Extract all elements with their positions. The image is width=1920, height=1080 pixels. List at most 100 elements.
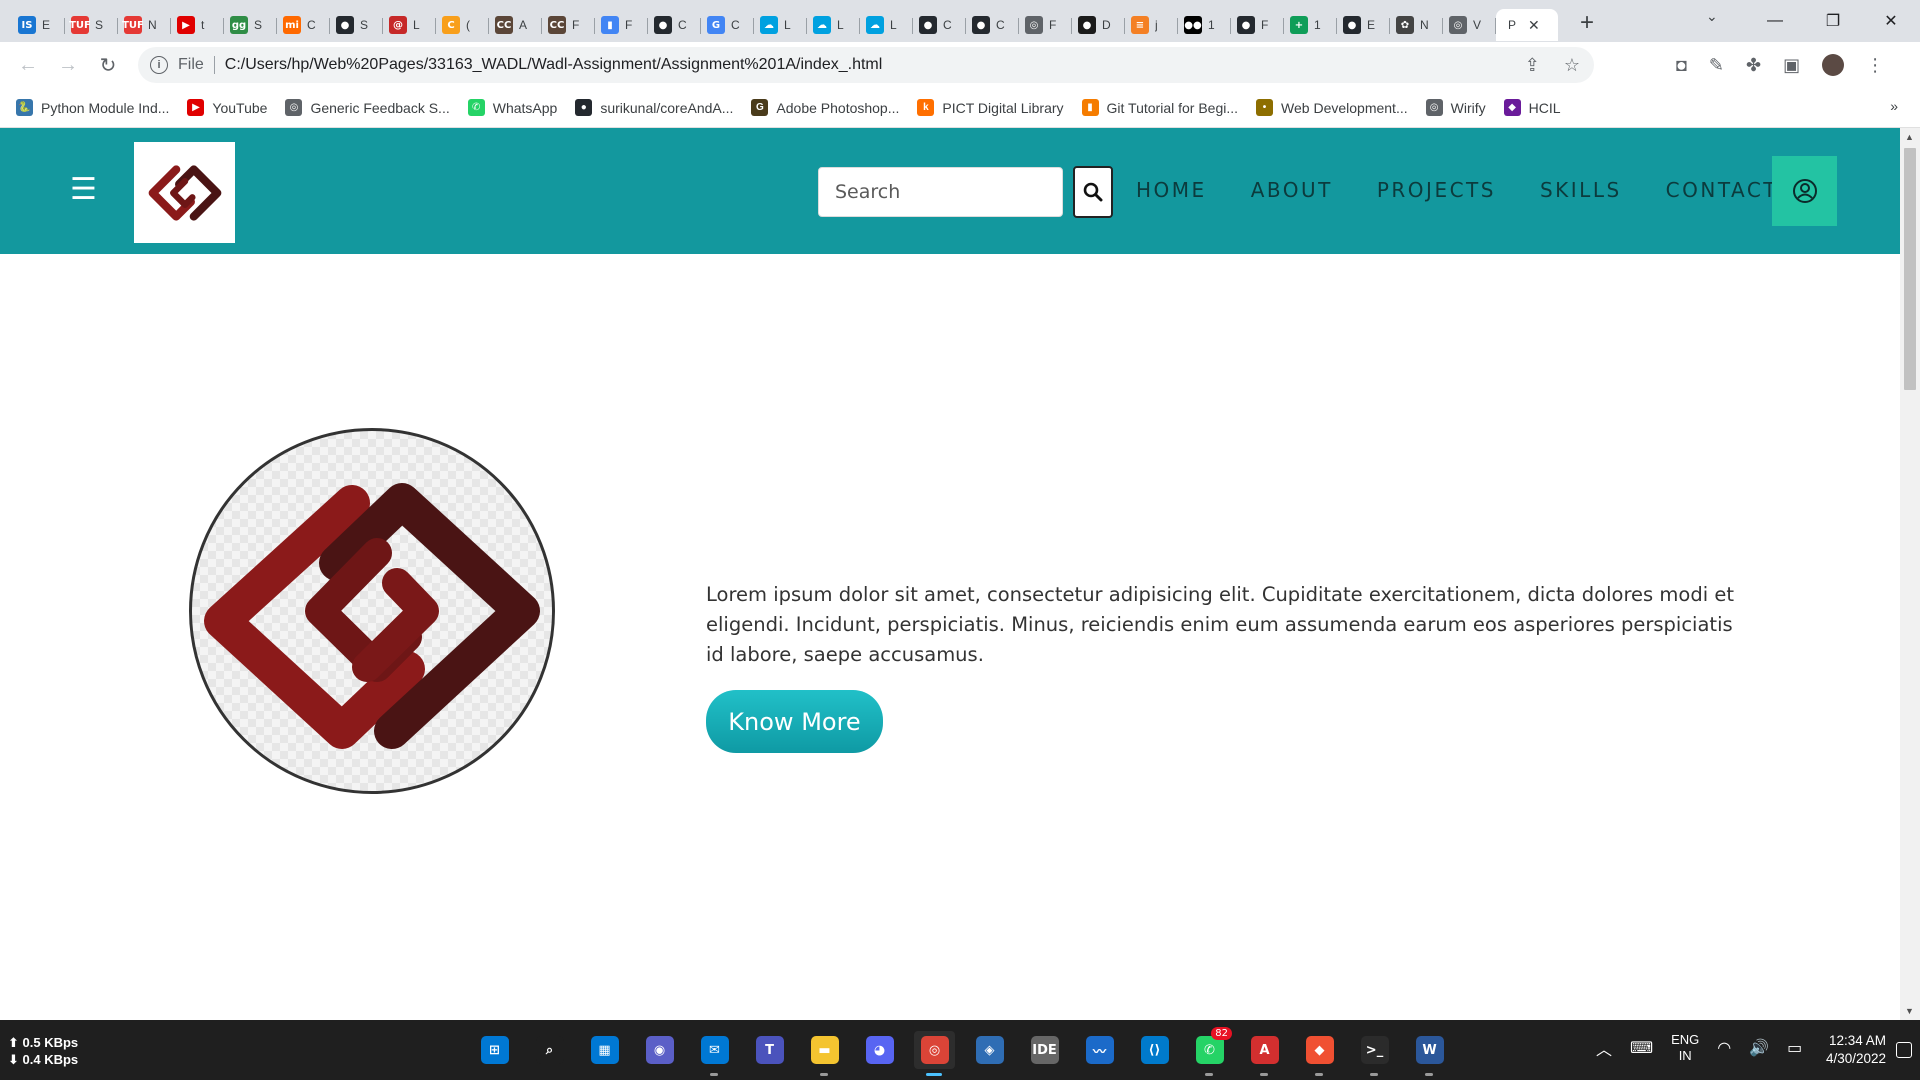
scroll-up-arrow-icon[interactable]: ▲ <box>1905 132 1914 142</box>
browser-tab[interactable]: gg S <box>224 9 277 41</box>
hamburger-menu-icon[interactable]: ☰ <box>70 172 97 207</box>
scroll-down-arrow-icon[interactable]: ▼ <box>1905 1006 1914 1016</box>
browser-tab[interactable]: ◎ V <box>1443 9 1496 41</box>
bookmarks-overflow-icon[interactable]: » <box>1890 98 1898 114</box>
notification-icon[interactable] <box>1896 1042 1912 1058</box>
brand-logo[interactable] <box>134 142 235 243</box>
browser-tab[interactable]: ☁ L <box>754 9 807 41</box>
browser-tab[interactable]: ● S <box>330 9 383 41</box>
tab-search-chevron-icon[interactable]: ⌄ <box>1706 8 1718 25</box>
profile-avatar[interactable] <box>1822 54 1845 76</box>
nav-projects[interactable]: PROJECTS <box>1377 178 1496 202</box>
browser-tab[interactable]: ● C <box>913 9 966 41</box>
keyboard-icon[interactable]: ⌨ <box>1630 1038 1653 1058</box>
taskbar-app[interactable]: A <box>1244 1031 1285 1076</box>
browser-tab[interactable]: mi C <box>277 9 330 41</box>
browser-tab[interactable]: ☁ L <box>860 9 913 41</box>
restore-icon[interactable]: ❐ <box>1804 11 1862 31</box>
new-tab-icon[interactable]: + <box>1580 9 1594 37</box>
bookmark-item[interactable]: ▶ YouTube <box>187 99 267 116</box>
bookmark-item[interactable]: ● surikunal/coreAndA... <box>575 99 733 116</box>
taskbar-app[interactable]: ◕ <box>859 1031 900 1069</box>
taskbar-app[interactable]: ◎ <box>914 1031 955 1076</box>
reload-icon[interactable]: ↻ <box>88 53 128 78</box>
taskbar-app[interactable]: W <box>1409 1031 1450 1076</box>
extensions-icon[interactable]: ✤ <box>1746 55 1761 76</box>
taskbar-app[interactable]: ⊞ <box>474 1031 515 1069</box>
url-text[interactable]: C:/Users/hp/Web%20Pages/33163_WADL/Wadl-… <box>225 56 883 74</box>
taskbar-app[interactable]: ⟨⟩ <box>1134 1031 1175 1069</box>
taskbar-app[interactable]: ◆ <box>1299 1031 1340 1076</box>
browser-tab[interactable]: TUF S <box>65 9 118 41</box>
taskbar-app[interactable]: ▬ <box>804 1031 845 1076</box>
minimize-icon[interactable]: — <box>1746 12 1804 30</box>
browser-tab[interactable]: ● E <box>1337 9 1390 41</box>
wifi-icon[interactable]: ◠ <box>1717 1038 1731 1058</box>
browser-tab[interactable]: ≡ j <box>1125 9 1178 41</box>
screenshot-icon[interactable]: ◘ <box>1676 55 1687 76</box>
bookmark-item[interactable]: ✆ WhatsApp <box>467 99 557 116</box>
input-language[interactable]: ENG IN <box>1671 1032 1699 1064</box>
know-more-button[interactable]: Know More <box>706 690 883 753</box>
browser-tab[interactable]: @ L <box>383 9 436 41</box>
browser-tab[interactable]: TUF N <box>118 9 171 41</box>
browser-tab[interactable]: ● C <box>966 9 1019 41</box>
bookmark-star-icon[interactable]: ☆ <box>1564 55 1580 76</box>
info-icon[interactable]: i <box>150 56 168 74</box>
browser-tab[interactable]: ●● 1 <box>1178 9 1231 41</box>
bookmark-item[interactable]: ◎ Generic Feedback S... <box>285 99 450 116</box>
browser-tab[interactable]: ● D <box>1072 9 1125 41</box>
browser-tab[interactable]: ✿ N <box>1390 9 1443 41</box>
browser-tab[interactable]: ☁ L <box>807 9 860 41</box>
address-bar[interactable]: i File C:/Users/hp/Web%20Pages/33163_WAD… <box>138 47 1594 83</box>
share-icon[interactable]: ⇪ <box>1525 55 1540 76</box>
browser-tab[interactable]: C( <box>436 9 489 41</box>
browser-tab[interactable]: ● C <box>648 9 701 41</box>
show-hidden-icons-icon[interactable]: ︿ <box>1596 1036 1612 1060</box>
nav-contact[interactable]: CONTACT <box>1666 178 1778 202</box>
browser-tab[interactable]: CC F <box>542 9 595 41</box>
side-panel-icon[interactable]: ▣ <box>1783 55 1800 76</box>
browser-tab[interactable]: ● F <box>1231 9 1284 41</box>
taskbar-app[interactable]: ◉ <box>639 1031 680 1069</box>
bookmark-item[interactable]: ◎ Wirify <box>1425 99 1486 116</box>
nav-home[interactable]: HOME <box>1136 178 1207 202</box>
taskbar-app[interactable]: >_ <box>1354 1031 1395 1076</box>
battery-icon[interactable]: ▭ <box>1787 1038 1802 1058</box>
nav-about[interactable]: ABOUT <box>1251 178 1333 202</box>
taskbar-clock[interactable]: 12:34 AM 4/30/2022 <box>1826 1032 1886 1068</box>
taskbar-app[interactable]: 〰 <box>1079 1031 1120 1069</box>
browser-tab[interactable]: CC A <box>489 9 542 41</box>
taskbar-app[interactable]: ✆ 82 <box>1189 1027 1232 1076</box>
browser-tab[interactable]: ▶ t <box>171 9 224 41</box>
volume-icon[interactable]: 🔊 <box>1749 1038 1769 1058</box>
page-scrollbar[interactable]: ▲ ▼ <box>1900 128 1920 1020</box>
user-account-button[interactable] <box>1772 156 1837 226</box>
taskbar-app[interactable]: IDE <box>1024 1031 1065 1069</box>
bookmark-item[interactable]: 🐍 Python Module Ind... <box>16 99 169 116</box>
eyedropper-icon[interactable]: ✎ <box>1709 55 1724 76</box>
scrollbar-thumb[interactable] <box>1904 148 1916 390</box>
more-menu-icon[interactable]: ⋮ <box>1866 55 1884 76</box>
bookmark-item[interactable]: G Adobe Photoshop... <box>751 99 899 116</box>
active-browser-tab[interactable]: P ✕ <box>1496 9 1558 41</box>
site-search-input[interactable] <box>818 167 1063 217</box>
site-search-button[interactable] <box>1073 166 1113 218</box>
taskbar-app[interactable]: T <box>749 1031 790 1069</box>
taskbar-app[interactable]: ▦ <box>584 1031 625 1069</box>
close-window-icon[interactable]: ✕ <box>1862 11 1920 31</box>
taskbar-app[interactable]: ⌕ <box>529 1031 570 1069</box>
browser-tab[interactable]: GC <box>701 9 754 41</box>
taskbar-app[interactable]: ✉ <box>694 1031 735 1076</box>
nav-skills[interactable]: SKILLS <box>1540 178 1622 202</box>
bookmark-item[interactable]: • Web Development... <box>1256 99 1408 116</box>
close-tab-icon[interactable]: ✕ <box>1528 17 1540 34</box>
browser-tab[interactable]: ▮ F <box>595 9 648 41</box>
bookmark-item[interactable]: k PICT Digital Library <box>917 99 1064 116</box>
taskbar-app[interactable]: ◈ <box>969 1031 1010 1069</box>
browser-tab[interactable]: +1 <box>1284 9 1337 41</box>
back-icon[interactable]: ← <box>8 54 48 77</box>
browser-tab[interactable]: ◎ F <box>1019 9 1072 41</box>
bookmark-item[interactable]: ▮ Git Tutorial for Begi... <box>1081 99 1238 116</box>
forward-icon[interactable]: → <box>48 54 88 77</box>
